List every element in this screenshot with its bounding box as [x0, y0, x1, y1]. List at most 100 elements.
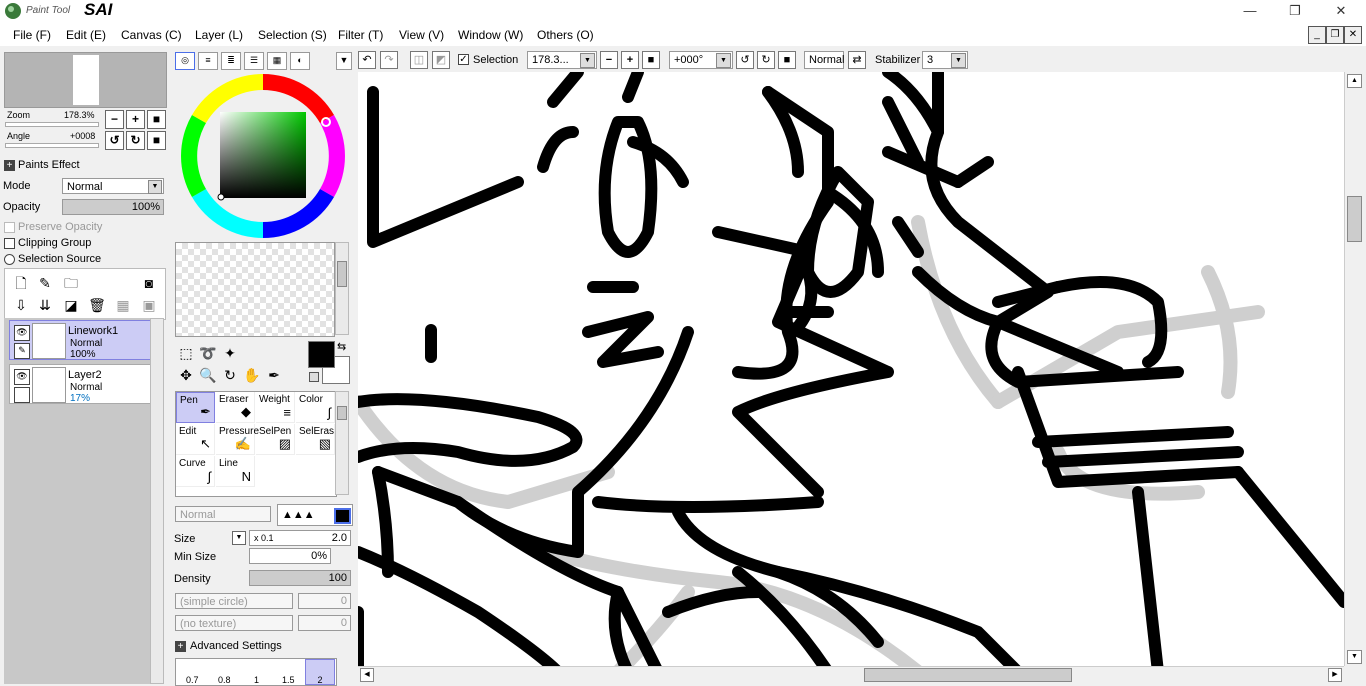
- mask-link-icon[interactable]: ▣: [139, 295, 159, 315]
- hsv-slider-tab-icon[interactable]: ≣: [221, 52, 241, 70]
- layer-list-scrollbar[interactable]: [150, 318, 164, 684]
- merge-down-icon[interactable]: ⇊: [35, 295, 55, 315]
- deselect-icon[interactable]: ◫: [410, 51, 428, 69]
- mdi-minimize-button[interactable]: _: [1308, 26, 1326, 44]
- reset-colors-icon[interactable]: [309, 372, 319, 382]
- layer-row-layer2[interactable]: 👁 Layer2 Normal 17%: [9, 364, 151, 404]
- density-slider[interactable]: 100: [249, 570, 351, 586]
- brush-texture-select[interactable]: (no texture): [175, 615, 293, 631]
- magic-wand-icon[interactable]: ✦: [220, 343, 240, 363]
- new-mask-icon[interactable]: ◙: [139, 273, 159, 293]
- layer-row-linework1[interactable]: 👁 ✎ Linework1 Normal 100%: [9, 320, 151, 360]
- rotate-reset-button[interactable]: ■: [147, 131, 166, 150]
- tool-seleras[interactable]: SelEras ▧: [296, 424, 335, 455]
- swatches-tab-icon[interactable]: ☰: [244, 52, 264, 70]
- angle-slider[interactable]: [5, 143, 99, 148]
- tool-selpen[interactable]: SelPen ▨: [256, 424, 295, 455]
- brush-texture-strength[interactable]: 0: [298, 615, 351, 631]
- menu-edit[interactable]: Edit (E): [66, 28, 106, 42]
- flip-mode-button[interactable]: Normal: [804, 51, 844, 69]
- invert-selection-icon[interactable]: ◩: [432, 51, 450, 69]
- menu-selection[interactable]: Selection (S): [258, 28, 327, 42]
- menu-file[interactable]: File (F): [13, 28, 51, 42]
- panel-menu-chevron-icon[interactable]: ▼: [336, 52, 352, 70]
- hand-icon[interactable]: ✋: [242, 365, 262, 385]
- brush-blend-mode-select[interactable]: Normal: [175, 506, 271, 522]
- paints-effect-expand-icon[interactable]: +: [4, 160, 15, 171]
- apply-mask-icon[interactable]: ▦: [113, 295, 133, 315]
- visibility-eye-icon[interactable]: 👁: [14, 325, 30, 341]
- preset-size-selected[interactable]: 2: [305, 659, 335, 685]
- tool-line[interactable]: Line N: [216, 456, 255, 487]
- zoom-out-button[interactable]: −: [105, 110, 124, 129]
- selection-checkbox[interactable]: ✓: [458, 54, 469, 65]
- layer-mode-select[interactable]: Normal ▼: [62, 178, 164, 194]
- rotate-left-button[interactable]: ↺: [105, 131, 124, 150]
- layer-opacity-slider[interactable]: 100%: [62, 199, 164, 215]
- zoom-in-button[interactable]: +: [126, 110, 145, 129]
- mdi-restore-button[interactable]: ❐: [1326, 26, 1344, 44]
- toolbar-rotate-right-button[interactable]: ↻: [757, 51, 775, 69]
- tool-weight[interactable]: Weight ≡: [256, 392, 295, 423]
- toolbar-rotate-reset-button[interactable]: ■: [778, 51, 796, 69]
- navigator-thumbnail[interactable]: [4, 52, 167, 108]
- toolbar-rotate-left-button[interactable]: ↺: [736, 51, 754, 69]
- menu-others[interactable]: Others (O): [537, 28, 594, 42]
- size-slider[interactable]: x 0.1 2.0: [249, 530, 351, 546]
- redo-icon[interactable]: ↷: [380, 51, 398, 69]
- color-wheel-tab-icon[interactable]: ◎: [175, 52, 195, 70]
- toolbar-zoom-out-button[interactable]: −: [600, 51, 618, 69]
- delete-layer-icon[interactable]: 🗑: [87, 295, 107, 315]
- scratchpad-area[interactable]: [175, 242, 335, 337]
- color-wheel[interactable]: [178, 72, 348, 240]
- tool-pen[interactable]: Pen ✒: [176, 392, 215, 423]
- scratchpad-scrollbar[interactable]: [335, 242, 349, 335]
- zoom-slider[interactable]: [5, 122, 99, 127]
- eyedropper-icon[interactable]: ✒: [264, 365, 284, 385]
- toolbar-zoom-in-button[interactable]: +: [621, 51, 639, 69]
- brush-shape-select[interactable]: (simple circle): [175, 593, 293, 609]
- rgb-slider-tab-icon[interactable]: ≡: [198, 52, 218, 70]
- brush-shape-strength[interactable]: 0: [298, 593, 351, 609]
- edit-pen-icon[interactable]: ✎: [14, 343, 30, 359]
- maximize-button[interactable]: ❐: [1272, 0, 1318, 22]
- minimize-button[interactable]: —: [1227, 0, 1273, 22]
- menu-canvas[interactable]: Canvas (C): [121, 28, 182, 42]
- mdi-close-button[interactable]: ✕: [1344, 26, 1362, 44]
- toolbar-angle-select[interactable]: +000° ▼: [669, 51, 733, 69]
- menu-view[interactable]: View (V): [399, 28, 444, 42]
- rect-select-icon[interactable]: ⬚: [176, 343, 196, 363]
- brush-shape-selector[interactable]: ▲▲▲: [277, 504, 353, 526]
- drawing-canvas[interactable]: [358, 72, 1344, 666]
- clear-layer-icon[interactable]: ◪: [61, 295, 81, 315]
- menu-filter[interactable]: Filter (T): [338, 28, 383, 42]
- visibility-eye-icon[interactable]: 👁: [14, 369, 30, 385]
- tool-eraser[interactable]: Eraser ◆: [216, 392, 255, 423]
- selection-source-checkbox[interactable]: [4, 254, 15, 265]
- zoom-reset-button[interactable]: ■: [147, 110, 166, 129]
- toolbar-zoom-select[interactable]: 178.3... ▼: [527, 51, 597, 69]
- edit-lock-box[interactable]: [14, 387, 30, 403]
- min-size-slider[interactable]: 0%: [249, 548, 331, 564]
- foreground-color-swatch[interactable]: [308, 341, 335, 368]
- new-layer-icon[interactable]: 🗋: [11, 273, 31, 293]
- preserve-opacity-checkbox[interactable]: [4, 222, 15, 233]
- swap-colors-icon[interactable]: ⇆: [337, 340, 346, 353]
- new-linework-layer-icon[interactable]: ✎: [35, 273, 55, 293]
- new-folder-icon[interactable]: 🗀: [61, 273, 81, 293]
- tool-edit[interactable]: Edit ↖: [176, 424, 215, 455]
- menu-window[interactable]: Window (W): [458, 28, 523, 42]
- tool-color[interactable]: Color ∫: [296, 392, 335, 423]
- scratchpad-tab-icon[interactable]: ◐: [290, 52, 310, 70]
- advanced-settings-expand-icon[interactable]: +: [175, 641, 186, 652]
- rotate-right-button[interactable]: ↻: [126, 131, 145, 150]
- move-icon[interactable]: ✥: [176, 365, 196, 385]
- lasso-icon[interactable]: ➰: [198, 343, 218, 363]
- color-grid-tab-icon[interactable]: ▦: [267, 52, 287, 70]
- transfer-down-icon[interactable]: ⇩: [11, 295, 31, 315]
- canvas-horizontal-scrollbar[interactable]: ◀ ▶: [358, 666, 1344, 683]
- tool-curve[interactable]: Curve ∫: [176, 456, 215, 487]
- clipping-group-checkbox[interactable]: [4, 238, 15, 249]
- toolbar-zoom-reset-button[interactable]: ■: [642, 51, 660, 69]
- flip-horizontal-icon[interactable]: ⇄: [848, 51, 866, 69]
